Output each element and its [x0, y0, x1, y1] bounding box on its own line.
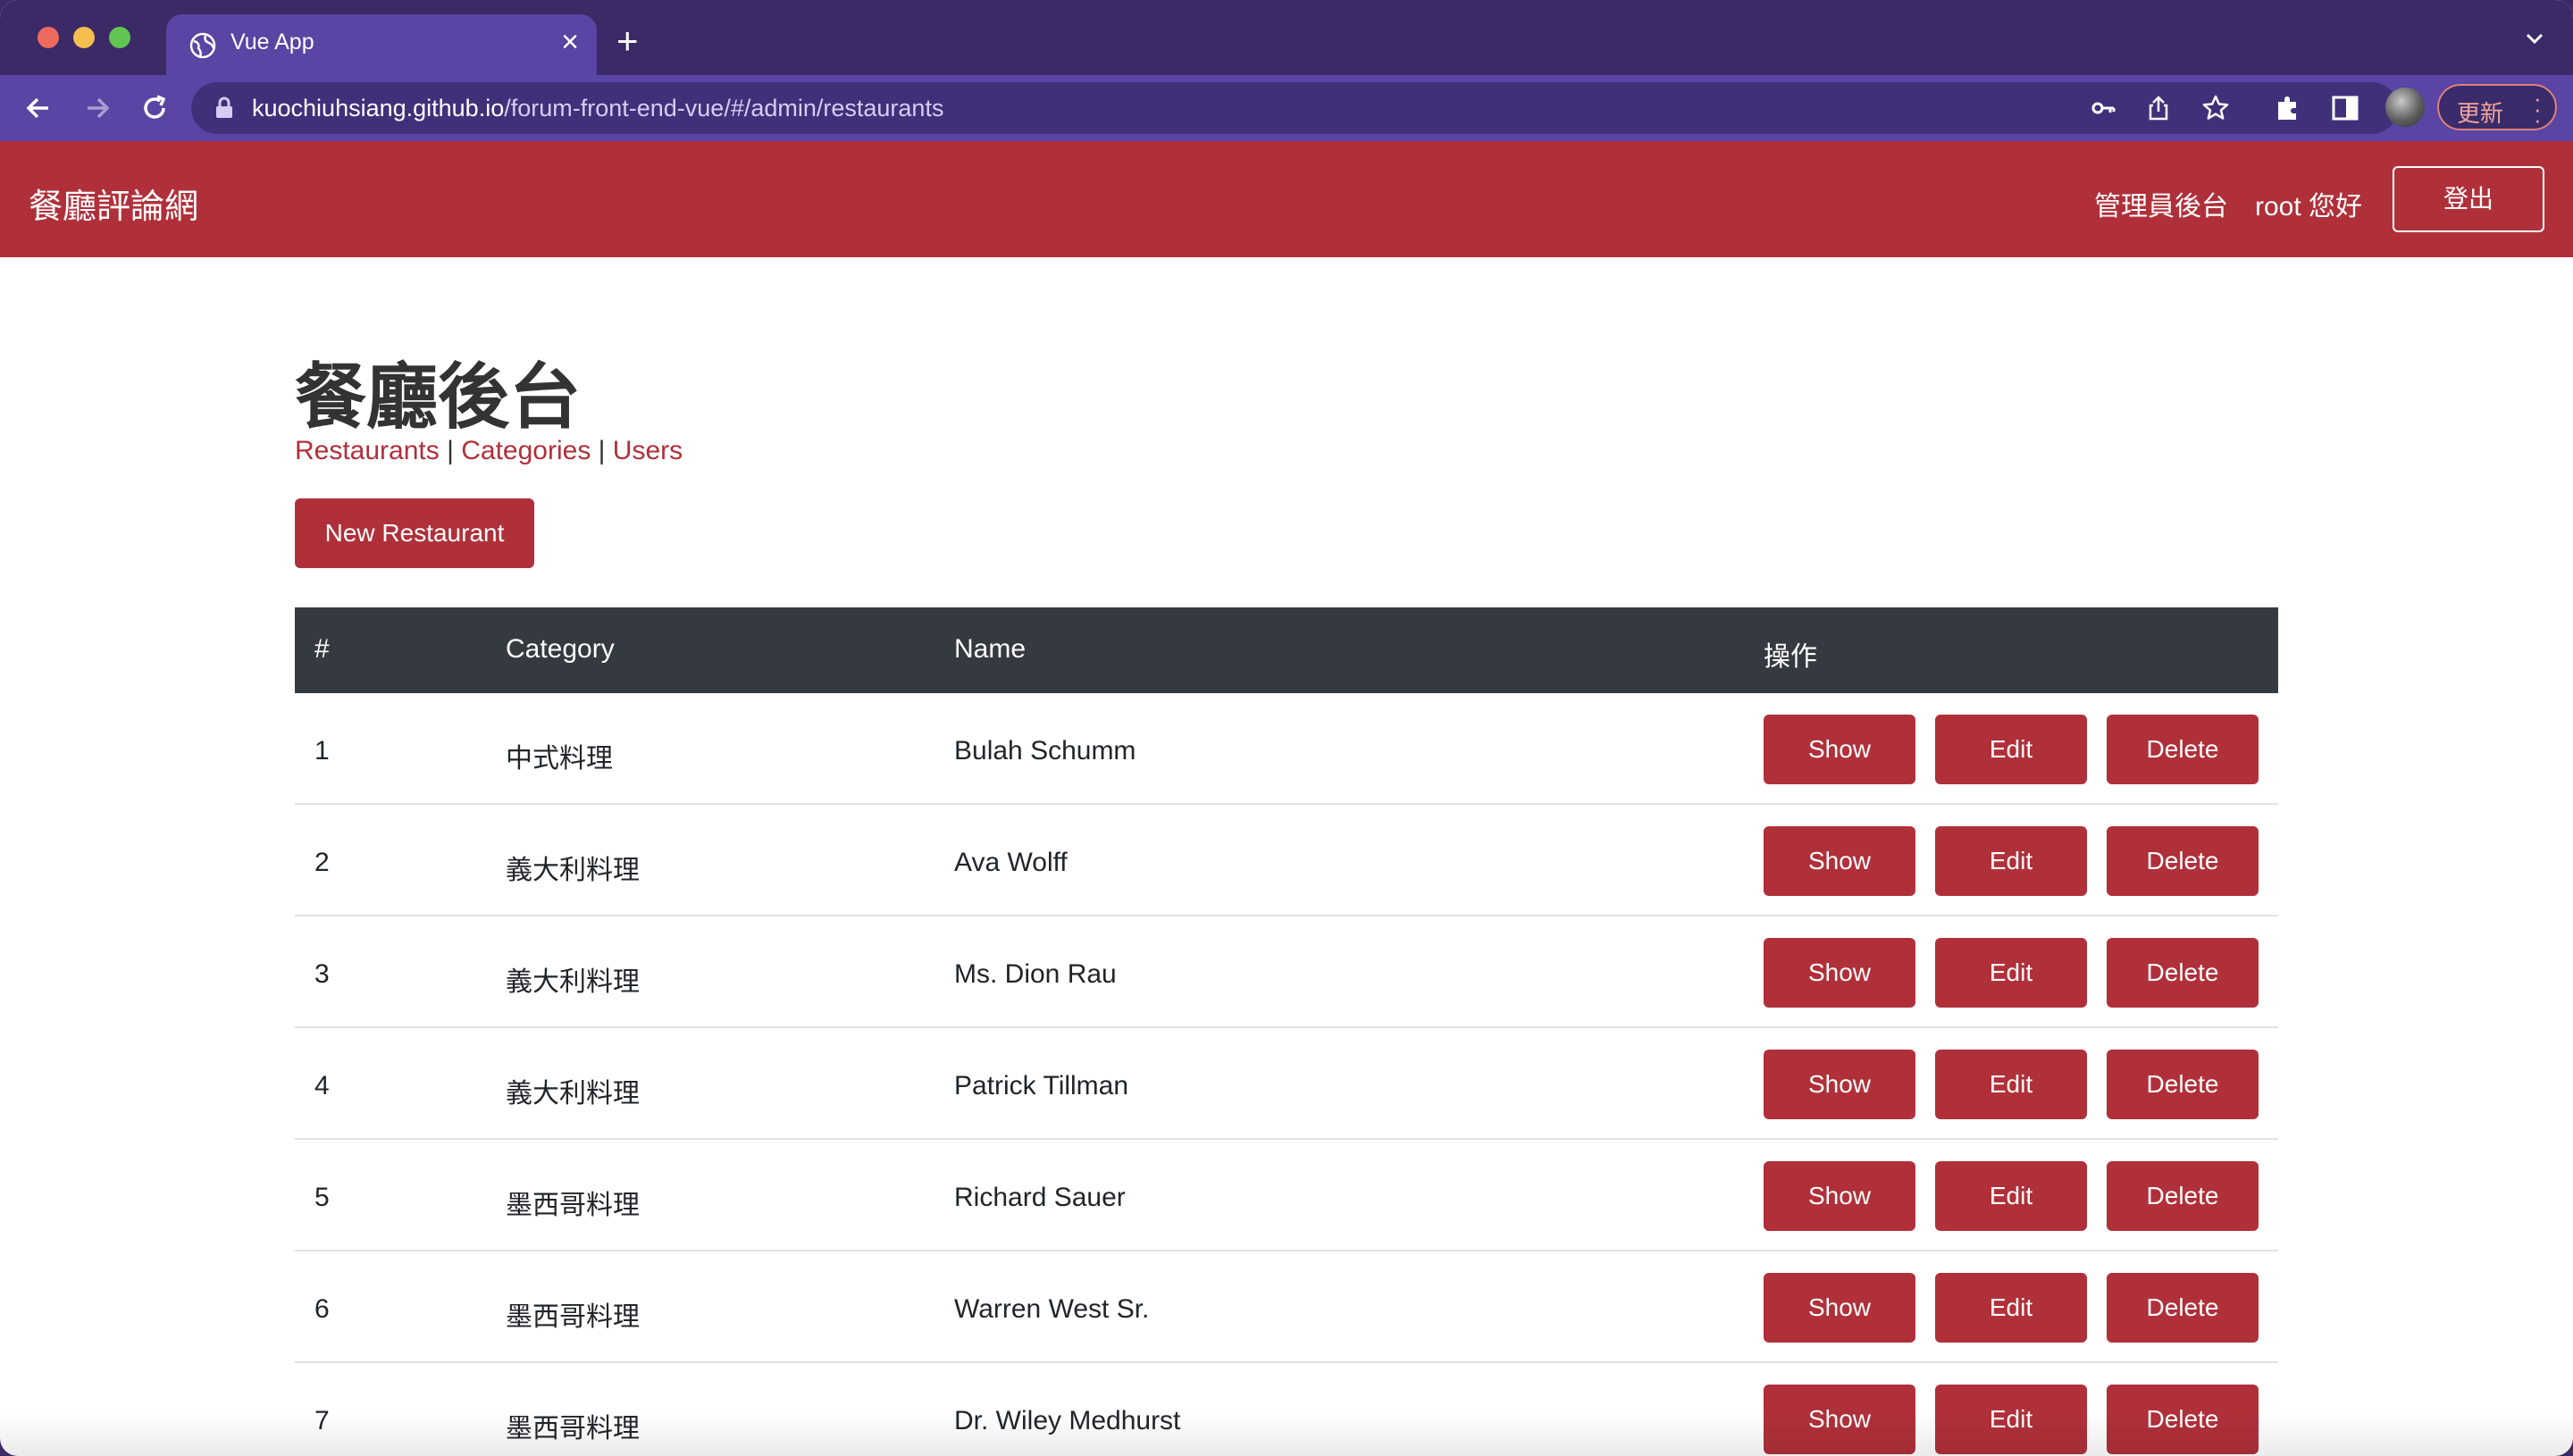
show-button[interactable]: Show: [1764, 938, 1915, 1008]
cell-category: 義大利料理: [506, 967, 640, 997]
window-minimize-button[interactable]: [73, 27, 95, 48]
cell-id: 2: [314, 848, 330, 877]
lock-icon[interactable]: [214, 96, 234, 120]
show-button[interactable]: Show: [1764, 1161, 1915, 1231]
show-button[interactable]: Show: [1764, 715, 1915, 784]
edit-button[interactable]: Edit: [1935, 938, 2087, 1008]
browser-toolbar: kuochiuhsiang.github.io/forum-front-end-…: [0, 75, 2573, 141]
cell-name: Warren West Sr.: [954, 1294, 1150, 1324]
app-navbar: 餐廳評論網 管理員後台 root 您好 登出: [0, 141, 2573, 257]
profile-avatar[interactable]: [2385, 88, 2425, 127]
address-bar[interactable]: kuochiuhsiang.github.io/forum-front-end-…: [191, 82, 2398, 134]
cell-id: 4: [314, 1071, 330, 1100]
show-button[interactable]: Show: [1764, 1050, 1915, 1119]
cell-id: 6: [314, 1294, 330, 1324]
cell-name: Ms. Dion Rau: [954, 959, 1117, 989]
browser-tab[interactable]: Vue App ×: [166, 14, 597, 75]
edit-button[interactable]: Edit: [1935, 715, 2087, 784]
header-category: Category: [506, 634, 615, 664]
table-row: 5 墨西哥料理 Richard Sauer Show Edit Delete: [295, 1140, 2278, 1251]
cell-name: Richard Sauer: [954, 1183, 1126, 1212]
delete-button[interactable]: Delete: [2107, 826, 2259, 896]
bottom-shadow: [0, 1411, 2573, 1456]
link-separator: |: [447, 436, 454, 465]
table-row: 6 墨西哥料理 Warren West Sr. Show Edit Delete: [295, 1251, 2278, 1363]
header-name: Name: [954, 634, 1027, 664]
user-greeting: root 您好: [2255, 192, 2363, 222]
window-zoom-button[interactable]: [109, 27, 130, 48]
edit-button[interactable]: Edit: [1935, 826, 2087, 896]
delete-button[interactable]: Delete: [2107, 938, 2259, 1008]
chevron-down-icon[interactable]: [2521, 25, 2548, 52]
show-button[interactable]: Show: [1764, 826, 1915, 896]
table-header: # Category Name 操作: [295, 607, 2278, 693]
new-restaurant-button[interactable]: New Restaurant: [295, 498, 534, 568]
delete-button[interactable]: Delete: [2107, 1050, 2259, 1119]
table-body: 1 中式料理 Bulah Schumm Show Edit Delete 2 義大利料理 Ava…: [295, 693, 2278, 1456]
page-title: 餐廳後台: [295, 355, 581, 439]
cell-category: 墨西哥料理: [506, 1191, 640, 1220]
cell-id: 5: [314, 1183, 330, 1212]
categories-link[interactable]: Categories: [461, 436, 591, 465]
delete-button[interactable]: Delete: [2107, 1161, 2259, 1231]
table-row: 1 中式料理 Bulah Schumm Show Edit Delete: [295, 693, 2278, 805]
tab-strip: Vue App × +: [0, 0, 2573, 75]
admin-dashboard-link[interactable]: 管理員後台: [2094, 184, 2228, 223]
cell-name: Patrick Tillman: [954, 1071, 1129, 1100]
table-row: 2 義大利料理 Ava Wolff Show Edit Delete: [295, 805, 2278, 916]
extensions-puzzle-icon[interactable]: [2273, 93, 2303, 123]
forward-arrow-icon[interactable]: [80, 91, 114, 125]
more-vertical-icon[interactable]: · · ·: [2534, 87, 2542, 131]
globe-icon: [189, 32, 216, 59]
window-close-button[interactable]: [38, 27, 59, 48]
key-icon[interactable]: [2089, 94, 2117, 122]
show-button[interactable]: Show: [1764, 1273, 1915, 1343]
header-id: #: [314, 634, 330, 664]
edit-button[interactable]: Edit: [1935, 1273, 2087, 1343]
tab-close-icon[interactable]: ×: [561, 27, 579, 57]
side-panel-icon[interactable]: [2330, 93, 2360, 123]
cell-id: 3: [314, 959, 330, 989]
tab-title: Vue App: [230, 29, 314, 54]
edit-button[interactable]: Edit: [1935, 1161, 2087, 1231]
update-button[interactable]: 更新 · · ·: [2437, 84, 2557, 131]
back-arrow-icon[interactable]: [21, 91, 55, 125]
new-tab-icon[interactable]: +: [616, 22, 639, 60]
logout-button[interactable]: 登出: [2393, 166, 2544, 232]
link-separator: |: [598, 436, 606, 465]
delete-button[interactable]: Delete: [2107, 715, 2259, 784]
cell-name: Ava Wolff: [954, 848, 1068, 877]
cell-category: 義大利料理: [506, 856, 640, 885]
cell-category: 墨西哥料理: [506, 1302, 640, 1332]
header-actions: 操作: [1764, 642, 1817, 672]
restaurants-link[interactable]: Restaurants: [295, 436, 440, 465]
brand-logo[interactable]: 餐廳評論網: [29, 179, 198, 228]
delete-button[interactable]: Delete: [2107, 1273, 2259, 1343]
cell-category: 義大利料理: [506, 1079, 640, 1109]
restaurants-table: # Category Name 操作 1 中式料理 Bulah Schumm Show…: [295, 607, 2278, 1456]
edit-button[interactable]: Edit: [1935, 1050, 2087, 1119]
table-row: 4 義大利料理 Patrick Tillman Show Edit Delete: [295, 1028, 2278, 1140]
cell-id: 1: [314, 736, 330, 766]
admin-nav-links: Restaurants | Categories | Users: [295, 436, 683, 466]
star-bookmark-icon[interactable]: [2201, 94, 2230, 122]
cell-category: 中式料理: [506, 744, 613, 774]
url-text[interactable]: kuochiuhsiang.github.io/forum-front-end-…: [252, 95, 943, 122]
table-row: 3 義大利料理 Ms. Dion Rau Show Edit Delete: [295, 916, 2278, 1028]
browser-window: Vue App × + kuochiuhsiang.github.io/foru…: [0, 0, 2573, 1456]
share-icon[interactable]: [2144, 94, 2173, 122]
reload-icon[interactable]: [138, 91, 172, 125]
cell-name: Bulah Schumm: [954, 736, 1136, 766]
users-link[interactable]: Users: [613, 436, 683, 465]
